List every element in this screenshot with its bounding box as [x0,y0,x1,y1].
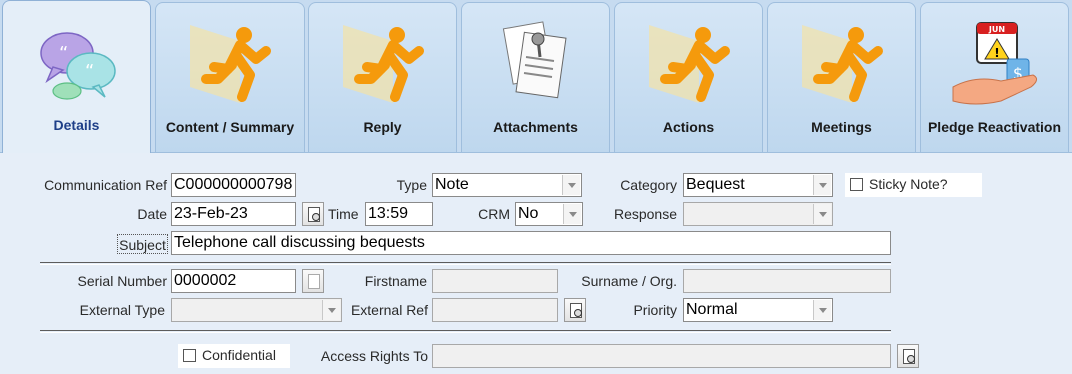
tab-label-details: Details [53,117,100,133]
crm-select[interactable]: No [515,202,583,226]
documents-paperclip-icon [502,21,567,99]
tab-pledge-reactivation[interactable]: JUN ! $ Pledge Reactivation [920,2,1069,152]
serial-number-field[interactable]: 0000002 [171,269,296,293]
subject-field[interactable]: Telephone call discussing bequests [171,231,891,255]
running-man-icon [648,25,730,103]
running-man-icon [801,25,883,103]
chevron-down-icon[interactable] [322,300,340,320]
svg-text:!: ! [994,46,999,60]
tab-bar: “ “ Details Content / Summary Reply Atta… [0,0,1072,153]
confidential-label: Confidential [202,347,276,363]
tab-meetings[interactable]: Meetings [767,2,916,152]
communication-ref-label: Communication Ref [44,177,167,193]
type-label: Type [396,177,427,193]
serial-number-lookup-button[interactable] [302,269,324,293]
external-ref-lookup-button[interactable] [564,298,586,322]
running-man-icon [190,25,271,103]
magnifier-icon [907,355,915,363]
checkbox-box[interactable] [850,178,863,191]
crm-label: CRM [478,206,510,222]
svg-text:“: “ [85,61,94,82]
access-rights-lookup-button[interactable] [897,344,919,368]
time-field[interactable]: 13:59 [365,202,433,226]
chevron-down-icon[interactable] [563,204,581,224]
surname-field[interactable] [683,269,891,293]
category-select[interactable]: Bequest [683,173,833,197]
chevron-down-icon[interactable] [813,204,831,224]
access-rights-label: Access Rights To [320,348,428,364]
document-icon [308,274,320,289]
sticky-note-checkbox[interactable]: Sticky Note? [845,173,982,197]
date-label: Date [137,206,167,222]
access-rights-field[interactable] [432,344,891,368]
external-type-select[interactable] [171,298,342,322]
calendar-hand-dollar-icon: JUN ! $ [952,22,1037,105]
tab-label-pledge-reactivation: Pledge Reactivation [927,119,1062,135]
sticky-note-label: Sticky Note? [869,176,948,192]
magnifier-icon [574,309,582,317]
subject-label: Subject [117,234,168,254]
svg-text:“: “ [59,43,68,64]
crm-select-value: No [518,205,539,222]
response-label: Response [613,206,677,222]
surname-label: Surname / Org. [581,273,677,289]
magnifier-icon [312,213,320,221]
communication-ref-field[interactable]: C000000000798 [171,173,296,197]
tab-label-attachments: Attachments [493,119,578,135]
type-select-value: Note [435,176,469,193]
separator [40,262,891,265]
chevron-down-icon[interactable] [562,175,580,195]
external-type-label: External Type [79,302,165,318]
external-ref-label: External Ref [350,302,428,318]
tab-label-content-summary: Content / Summary [165,119,295,135]
tab-label-reply: Reply [363,119,402,135]
chevron-down-icon[interactable] [813,175,831,195]
firstname-label: Firstname [364,273,427,289]
tab-attachments[interactable]: Attachments [461,2,610,152]
serial-number-label: Serial Number [77,273,167,289]
firstname-field[interactable] [432,269,558,293]
category-select-value: Bequest [686,176,745,193]
separator [40,330,891,333]
tab-reply[interactable]: Reply [308,2,457,152]
calendar-month: JUN [987,25,1004,34]
time-label: Time [328,206,359,222]
tab-actions[interactable]: Actions [614,2,763,152]
response-select[interactable] [683,202,833,226]
tab-content-summary[interactable]: Content / Summary [155,2,305,152]
external-ref-field[interactable] [432,298,558,322]
priority-label: Priority [633,302,677,318]
chat-bubbles-icon: “ “ [39,32,116,100]
chevron-down-icon[interactable] [813,300,831,320]
date-field[interactable]: 23-Feb-23 [171,202,296,226]
confidential-checkbox[interactable]: Confidential [178,344,290,368]
tab-label-actions: Actions [662,119,715,135]
running-man-icon [342,25,424,103]
tab-details[interactable]: “ “ Details [2,0,151,153]
checkbox-box[interactable] [183,349,196,362]
type-select[interactable]: Note [432,173,582,197]
priority-select-value: Normal [686,301,738,318]
category-label: Category [620,177,677,193]
tab-label-meetings: Meetings [811,119,872,135]
date-picker-button[interactable] [302,202,324,226]
priority-select[interactable]: Normal [683,298,833,322]
